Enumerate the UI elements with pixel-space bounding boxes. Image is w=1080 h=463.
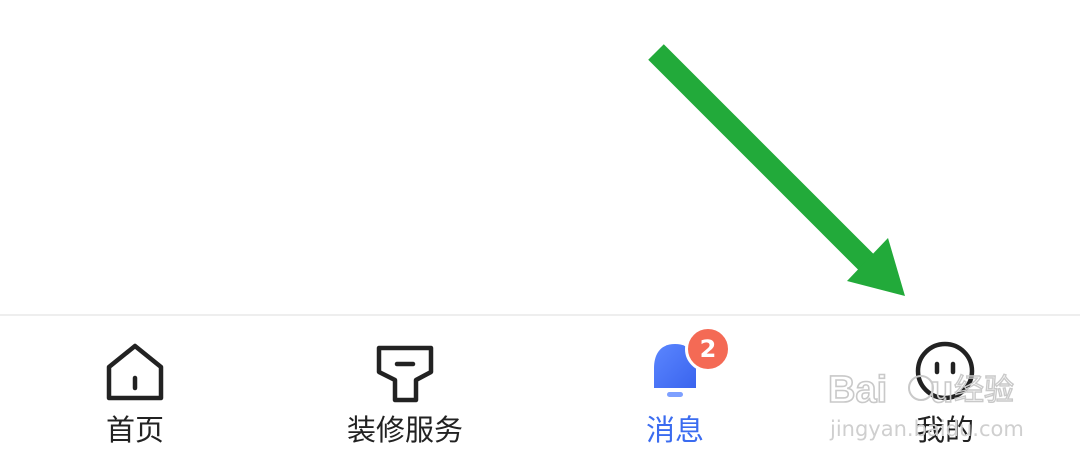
bottom-tab-bar: 首页 装修服务 2 消息 我的 — [0, 314, 1080, 463]
tab-messages[interactable]: 2 消息 — [575, 316, 775, 463]
tab-home[interactable]: 首页 — [35, 316, 235, 463]
app-screen: 首页 装修服务 2 消息 我的 Bai u 经验 jingyan.baidu.c… — [0, 0, 1080, 463]
tab-decoration-service[interactable]: 装修服务 — [305, 316, 505, 463]
smiley-face-icon — [909, 338, 981, 404]
content-area — [0, 0, 1080, 314]
tab-label: 消息 — [645, 413, 704, 447]
tab-label: 首页 — [105, 413, 164, 447]
tab-label: 我的 — [915, 413, 974, 447]
home-icon — [99, 338, 171, 404]
tab-mine[interactable]: 我的 — [845, 316, 1045, 463]
tab-label: 装修服务 — [346, 413, 463, 447]
notification-badge: 2 — [685, 326, 731, 372]
tag-icon — [369, 338, 441, 404]
